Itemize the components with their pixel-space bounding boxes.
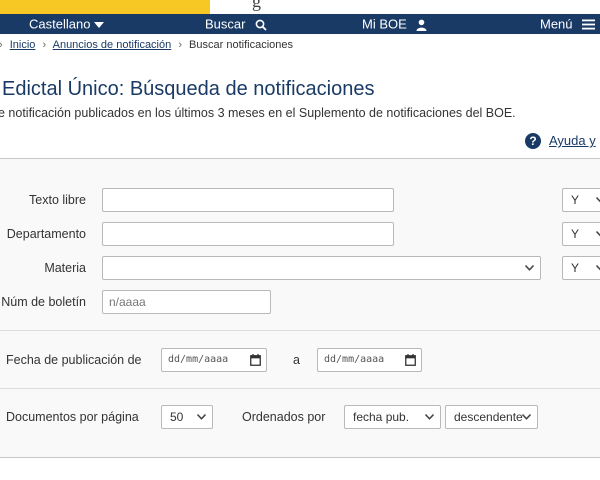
help-link-label[interactable]: Ayuda y [549, 133, 596, 148]
texto-libre-label: Texto libre [29, 193, 86, 207]
panel-divider [0, 330, 600, 331]
calendar-icon[interactable] [250, 354, 261, 366]
breadcrumb-link-inicio[interactable]: Inicio [10, 39, 36, 51]
panel-top-border [0, 158, 600, 159]
departamento-operator-select[interactable]: Y [562, 222, 600, 246]
materia-label: Materia [44, 261, 86, 275]
chevron-down-icon [425, 414, 434, 420]
my-boe-button[interactable]: Mi BOE [362, 15, 427, 33]
chevron-down-icon [525, 265, 534, 271]
documentos-por-pagina-select[interactable]: 50 [161, 405, 213, 429]
page-title: Edictal Único: Búsqueda de notificacione… [2, 78, 375, 100]
language-selector[interactable]: Castellano [29, 15, 105, 33]
texto-libre-operator-select[interactable]: Y [562, 188, 600, 212]
banner-partial-text: g [252, 0, 261, 11]
texto-libre-input[interactable] [102, 188, 394, 212]
ordenar-direccion-select[interactable]: descendente [445, 405, 538, 429]
documentos-por-pagina-label: Documentos por página [6, 410, 139, 424]
chevron-down-icon [596, 197, 600, 203]
breadcrumb-separator: › [0, 39, 3, 51]
menu-button[interactable]: Menú [540, 15, 596, 33]
num-boletin-label: Núm de boletín [1, 295, 86, 309]
caret-down-icon [94, 21, 105, 28]
operator-value: Y [571, 193, 580, 207]
language-label: Castellano [29, 16, 91, 32]
top-banner-strip: g [0, 0, 600, 14]
user-icon [416, 19, 427, 31]
date-placeholder: dd/mm/aaaa [168, 354, 229, 365]
date-placeholder: dd/mm/aaaa [324, 354, 385, 365]
materia-operator-select[interactable]: Y [562, 256, 600, 280]
fecha-hasta-input[interactable]: dd/mm/aaaa [317, 348, 422, 372]
breadcrumb-separator: › [178, 39, 182, 51]
chevron-down-icon [596, 265, 600, 271]
panel-divider [0, 388, 600, 389]
chevron-down-icon [596, 231, 600, 237]
search-nav-button[interactable]: Buscar [205, 15, 267, 33]
main-navbar: Castellano Buscar Mi BOE Menú [0, 14, 600, 34]
fecha-publicacion-label: Fecha de publicación de [6, 353, 142, 367]
chevron-down-icon [522, 414, 531, 420]
my-boe-label: Mi BOE [362, 16, 407, 32]
breadcrumb-current: Buscar notificaciones [189, 39, 293, 51]
departamento-label: Departamento [6, 227, 86, 241]
breadcrumb-link-anuncios[interactable]: Anuncios de notificación [53, 39, 172, 51]
help-link[interactable]: ? Ayuda y [525, 132, 596, 149]
menu-label: Menú [540, 16, 573, 32]
brand-yellow-bar [0, 0, 210, 14]
fecha-desde-input[interactable]: dd/mm/aaaa [161, 348, 267, 372]
page-subtitle: e notificación publicados en los últimos… [0, 106, 516, 120]
calendar-icon[interactable] [405, 354, 416, 366]
ordenar-campo-select[interactable]: fecha pub. [344, 405, 441, 429]
fecha-connector: a [293, 353, 300, 367]
departamento-input[interactable] [102, 222, 394, 246]
panel-bottom-border [0, 457, 600, 458]
documentos-value: 50 [170, 410, 184, 424]
help-question-icon: ? [525, 132, 541, 149]
hamburger-icon [582, 19, 596, 30]
operator-value: Y [571, 261, 580, 275]
materia-select[interactable] [102, 256, 541, 280]
num-boletin-input[interactable] [102, 290, 271, 314]
search-nav-label: Buscar [205, 16, 246, 32]
chevron-down-icon [197, 414, 206, 420]
ordenar-direccion-value: descendente [454, 410, 523, 424]
ordenar-campo-value: fecha pub. [353, 410, 410, 424]
search-icon [255, 19, 267, 31]
breadcrumb-separator: › [42, 39, 47, 51]
operator-value: Y [571, 227, 580, 241]
breadcrumb: › Inicio › Anuncios de notificación › Bu… [0, 39, 293, 51]
ordenados-por-label: Ordenados por [242, 410, 326, 424]
